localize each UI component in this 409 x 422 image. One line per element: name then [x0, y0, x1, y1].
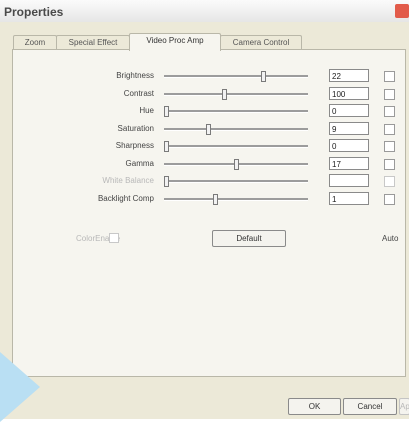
saturation-slider-thumb[interactable] [206, 124, 211, 135]
hue-slider[interactable] [164, 106, 308, 117]
brightness-label: Brightness [116, 71, 154, 80]
sharpness-slider[interactable] [164, 141, 308, 152]
sharpness-label: Sharpness [115, 141, 154, 150]
sharpness-auto-checkbox[interactable] [384, 141, 395, 152]
cancel-button[interactable]: Cancel [343, 398, 397, 415]
gamma-auto-checkbox[interactable] [384, 159, 395, 170]
sharpness-slider-thumb[interactable] [164, 141, 169, 152]
backlight-comp-auto-checkbox[interactable] [384, 194, 395, 205]
hue-slider-thumb[interactable] [164, 106, 169, 117]
hue-auto-checkbox[interactable] [384, 106, 395, 117]
tab-video-proc-amp[interactable]: Video Proc Amp [129, 33, 221, 51]
backlight-comp-slider[interactable] [164, 194, 308, 205]
contrast-label: Contrast [123, 89, 154, 98]
gamma-value-field[interactable]: 17 [329, 157, 369, 170]
sharpness-value-field[interactable]: 0 [329, 139, 369, 152]
contrast-slider-thumb[interactable] [222, 89, 227, 100]
white-balance-value-field [329, 174, 369, 187]
apply-button[interactable]: Apply [399, 398, 409, 415]
hue-label: Hue [139, 106, 154, 115]
brightness-slider[interactable] [164, 71, 308, 82]
apply-label: Apply [400, 402, 409, 411]
white-balance-slider [164, 176, 308, 187]
white-balance-label: White Balance [102, 176, 154, 185]
auto-column-label: Auto [382, 234, 399, 243]
saturation-label: Saturation [117, 124, 154, 133]
color-enable-checkbox[interactable] [109, 233, 119, 243]
contrast-auto-checkbox[interactable] [384, 89, 395, 100]
default-button-label: Default [236, 234, 262, 243]
default-button[interactable]: Default [212, 230, 286, 247]
gamma-slider-thumb[interactable] [234, 159, 239, 170]
backlight-comp-slider-thumb[interactable] [213, 194, 218, 205]
brightness-value-field[interactable]: 22 [329, 69, 369, 82]
backlight-comp-label: Backlight Comp [97, 194, 154, 203]
properties-window: Properties Zoom Special Effect Video Pro… [0, 0, 409, 422]
white-balance-auto-checkbox [384, 176, 395, 187]
tab-zoom[interactable]: Zoom [13, 35, 57, 50]
window-title: Properties [4, 5, 64, 19]
tab-label: Video Proc Amp [146, 36, 204, 45]
backlight-comp-value-field[interactable]: 1 [329, 192, 369, 205]
tab-label: Special Effect [68, 38, 118, 47]
title-bar: Properties [0, 0, 409, 23]
tab-label: Camera Control [232, 38, 290, 47]
cancel-label: Cancel [357, 402, 383, 411]
contrast-value-field[interactable]: 100 [329, 87, 369, 100]
gamma-slider[interactable] [164, 159, 308, 170]
tab-label: Zoom [24, 38, 46, 47]
brightness-auto-checkbox[interactable] [384, 71, 395, 82]
brightness-slider-thumb[interactable] [261, 71, 266, 82]
gamma-label: Gamma [125, 159, 154, 168]
close-icon[interactable] [395, 4, 409, 18]
ok-button[interactable]: OK [288, 398, 341, 415]
saturation-slider[interactable] [164, 124, 308, 135]
arrow-decoration [0, 352, 40, 422]
saturation-value-field[interactable]: 9 [329, 122, 369, 135]
contrast-slider[interactable] [164, 89, 308, 100]
tab-camera-control[interactable]: Camera Control [220, 35, 302, 50]
ok-label: OK [308, 402, 321, 411]
white-balance-slider-thumb [164, 176, 169, 187]
saturation-auto-checkbox[interactable] [384, 124, 395, 135]
tab-special-effect[interactable]: Special Effect [56, 35, 130, 50]
hue-value-field[interactable]: 0 [329, 104, 369, 117]
